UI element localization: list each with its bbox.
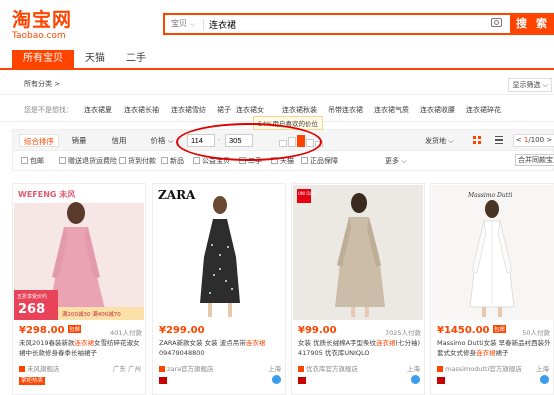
ship-from-select[interactable]: 发货地 ⌵ [425,136,454,146]
product-price: ¥1450.00 包邮 [437,325,507,336]
product-price: ¥299.00 [159,325,205,336]
shop-link[interactable]: massimodutti官方旗舰店 [437,363,522,373]
camera-icon[interactable] [491,18,502,27]
product-card[interactable]: ZARA ¥299.00 ZARA新款女装 女装 波点吊带连衣裙 0947904… [152,183,286,395]
product-price: ¥298.00 包邮 [19,325,82,336]
related-title: 您是不是想找： [24,106,73,114]
page-next-button[interactable]: > [546,136,552,144]
tmall-badge [159,377,167,384]
logo-text: 淘宝网 [12,9,73,31]
more-filters-button[interactable]: 更多 ⌵ [385,156,407,166]
tmall-badge [437,377,445,384]
hot-sale-badge: 掌柜热卖 [19,377,46,385]
logo-domain: Taobao.com [12,31,66,41]
product-location: 广东 广州 [112,365,141,373]
chat-icon[interactable] [272,375,281,384]
product-sold-count: 401人付款 [110,329,142,337]
product-title[interactable]: 女装 优质长绒棉A字型条纹连衣裙(七分袖) 417905 优衣库UNIQLO [298,339,422,358]
image-brand: ZARA [158,188,196,202]
product-image[interactable]: ZARA [154,185,284,320]
search-category-select[interactable]: 宝贝 ⌵ [171,18,195,29]
filter-return-insurance[interactable]: 赠送退货运费险 [59,156,117,166]
shop-icon [298,366,304,372]
tab-tmall[interactable]: 天猫 [80,50,110,68]
tab-second-hand[interactable]: 二手 [122,50,150,68]
image-brand: UNI QLO [298,191,315,196]
sort-credit[interactable]: 信用 [107,134,131,147]
display-filter-button[interactable]: 显示筛选 ⌵ [508,78,552,92]
taobao-logo[interactable]: 淘宝网 Taobao.com [12,10,72,41]
breadcrumb-row: 所有分类 > 显示筛选 ⌵ [0,73,554,95]
product-title[interactable]: Massimo Dutti女装 早春新品衬西装外套式女式修身连衣裙裙子 [437,339,551,358]
related-keyword[interactable]: 连衣裙女 [236,105,264,115]
product-card[interactable]: WEFENG 未风 五折享受价约 268 满200减30 满400减70 ¥29… [12,183,146,395]
search-input[interactable] [209,16,449,32]
header: 淘宝网 Taobao.com 宝贝⌵ 搜 索 [0,0,554,50]
merge-same-items-button[interactable]: 合并同款宝贝 [515,154,554,166]
pager: < 1/100 > [513,134,554,147]
related-keyword[interactable]: 连衣裙雪纺 [171,105,206,115]
filter-new[interactable]: 新品 [161,156,184,166]
annotation-oval [176,123,322,161]
free-shipping-tag: 包邮 [493,325,507,333]
shop-icon [437,366,443,372]
product-title[interactable]: ZARA新款女装 女装 波点吊带连衣裙 09479048800 [159,339,283,358]
image-promo-price: 268 [18,302,45,317]
sort-price[interactable]: 价格 ⌵ [145,134,179,147]
product-sold-count: 7025人付款 [384,329,421,337]
shop-link[interactable]: 优衣库官方旗舰店 [298,363,358,373]
related-keyword[interactable]: 裙子 [217,105,231,115]
related-keyword[interactable]: 连衣裙秋装 [282,105,317,115]
grid-view-icon[interactable] [473,136,481,144]
sort-default[interactable]: 综合排序 [19,134,59,147]
related-keyword[interactable]: 连衣裙收腰 [420,105,455,115]
product-location: 上海 [407,365,420,373]
search-scope-tabs: 所有宝贝 天猫 二手 [0,50,554,70]
chat-icon[interactable] [411,375,420,384]
product-card[interactable]: Massimo Dutti ¥1450.00 包邮 50人付款 Massimo … [430,183,554,395]
search-bar: 宝贝 ⌵ [163,13,512,35]
related-keyword[interactable]: 吊带连衣裙 [328,105,363,115]
image-brand: Massimo Dutti [467,192,513,199]
related-keyword[interactable]: 连衣裙长袖 [124,105,159,115]
product-price: ¥99.00 [298,325,337,336]
shop-link[interactable]: 未风旗舰店 [19,363,60,373]
related-keyword[interactable]: 连衣裙气质 [374,105,409,115]
tab-all-items[interactable]: 所有宝贝 [12,50,74,68]
image-brand: WEFENG 未风 [18,189,75,199]
chevron-down-icon: ⌵ [190,20,196,28]
filter-cod[interactable]: 货到付款 [119,156,156,166]
product-title[interactable]: 未风2019春装新款连衣裙女雪纺碎花淑女裙中长款修身春季长袖裙子 [19,339,143,358]
page-prev-button[interactable]: < [516,136,522,144]
product-sold-count: 50人付款 [522,329,550,337]
shop-icon [19,366,25,372]
filter-free-shipping[interactable]: 包邮 [21,156,44,166]
product-image[interactable]: Massimo Dutti [432,185,554,320]
product-location: 上海 [536,365,549,373]
product-image[interactable]: WEFENG 未风 五折享受价约 268 满200减30 满400减70 [14,185,144,320]
filter-genuine[interactable]: 正品保障 [301,156,338,166]
product-card[interactable]: UNI QLO ¥99.00 7025人付款 女装 优质长绒棉A字型条纹连衣裙(… [291,183,425,395]
image-promo-label: 五折享受价约 [17,293,47,300]
free-shipping-tag: 包邮 [68,325,82,333]
related-keyword[interactable]: 连衣裙夏 [84,105,112,115]
product-location: 上海 [268,365,281,373]
list-view-icon[interactable] [495,136,503,144]
search-button[interactable]: 搜 索 [512,13,554,35]
breadcrumb[interactable]: 所有分类 > [24,79,60,89]
page-total: /100 [528,136,545,144]
related-keyword[interactable]: 连衣裙碎花 [466,105,501,115]
divider [203,19,204,30]
shop-link[interactable]: zara官方旗舰店 [159,363,214,373]
tmall-badge [298,377,306,384]
chat-icon[interactable] [540,375,549,384]
sort-sales[interactable]: 销量 [67,134,91,147]
shop-icon [159,366,165,372]
image-promo-discount: 满200减30 满400减70 [62,310,121,318]
product-image[interactable]: UNI QLO [293,185,423,320]
